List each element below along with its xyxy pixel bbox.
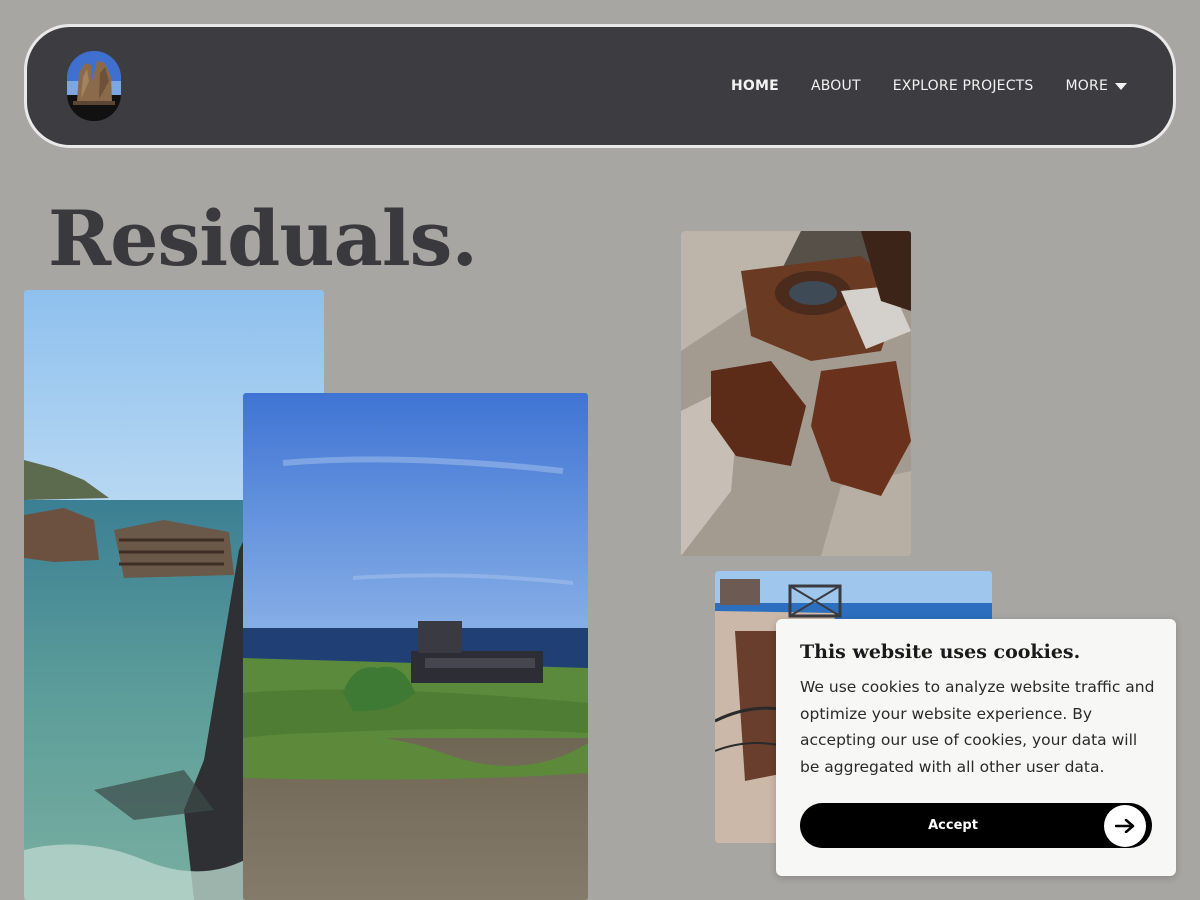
page: HOME ABOUT EXPLORE PROJECTS MORE Residua… bbox=[0, 0, 1200, 900]
accept-cookies-button[interactable]: Accept bbox=[800, 803, 1152, 848]
main-nav: HOME ABOUT EXPLORE PROJECTS MORE bbox=[731, 27, 1127, 145]
site-logo[interactable] bbox=[67, 51, 121, 121]
arrow-right-icon bbox=[1104, 805, 1146, 847]
nav-explore-projects[interactable]: EXPLORE PROJECTS bbox=[893, 78, 1034, 94]
cookie-banner-text: We use cookies to analyze website traffi… bbox=[800, 678, 1155, 776]
rusted-metal-rocks-photo[interactable] bbox=[681, 231, 911, 556]
cookie-banner: This website uses cookies. We use cookie… bbox=[776, 619, 1176, 876]
header-bar: HOME ABOUT EXPLORE PROJECTS MORE bbox=[24, 24, 1176, 148]
beached-wreck-field-photo[interactable] bbox=[243, 393, 588, 900]
nav-more[interactable]: MORE bbox=[1066, 78, 1127, 94]
nav-about[interactable]: ABOUT bbox=[811, 78, 861, 94]
cookie-banner-title: This website uses cookies. bbox=[800, 641, 1081, 663]
caret-down-icon bbox=[1115, 82, 1127, 90]
accept-button-label: Accept bbox=[928, 818, 978, 833]
nav-more-label: MORE bbox=[1065, 78, 1108, 94]
page-title: Residuals. bbox=[48, 194, 478, 283]
nav-home[interactable]: HOME bbox=[731, 78, 779, 94]
